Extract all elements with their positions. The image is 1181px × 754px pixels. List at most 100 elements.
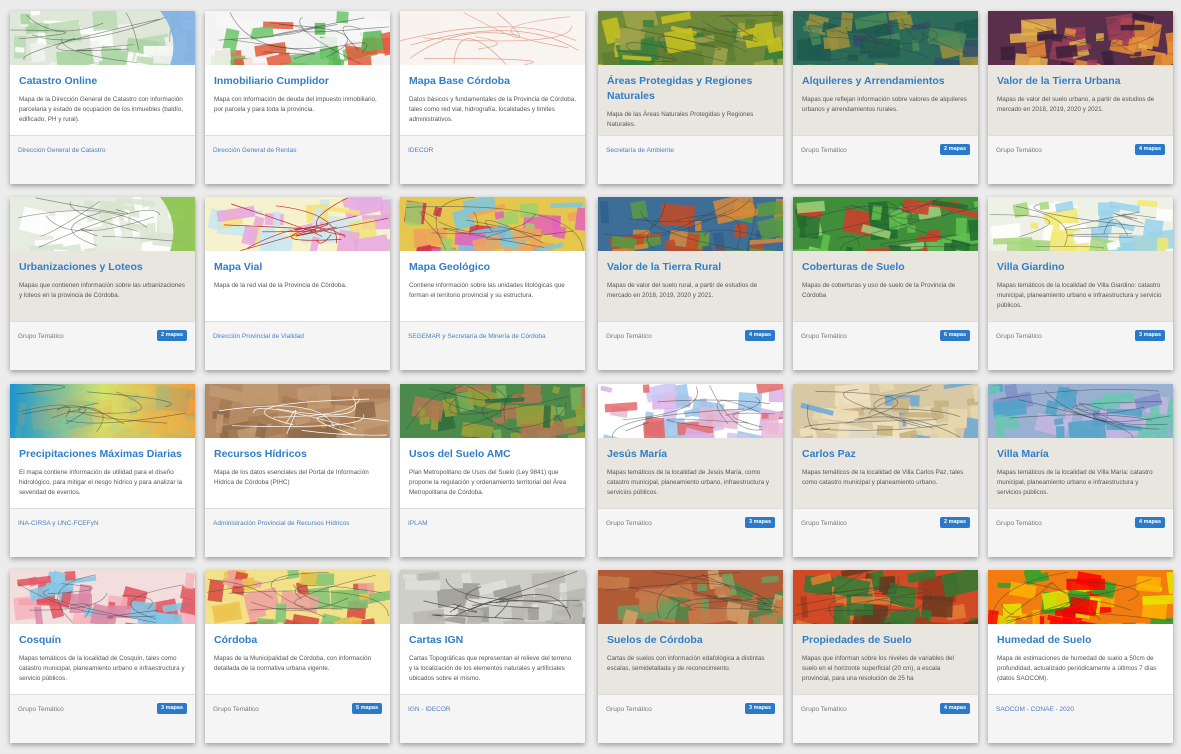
- catalog-card[interactable]: Usos del Suelo AMC Plan Metropolitano de …: [400, 384, 585, 557]
- catalog-card[interactable]: Córdoba Mapas de la Municipalidad de Córd…: [205, 570, 390, 743]
- map-thumbnail[interactable]: [10, 384, 195, 438]
- map-count-badge[interactable]: 4 mapas: [1134, 517, 1165, 528]
- catalog-card[interactable]: Catastro Online Mapa de la Dirección Gene…: [10, 11, 195, 184]
- card-title[interactable]: Recursos Hídricos: [214, 438, 381, 462]
- catalog-card[interactable]: Urbanizaciones y Loteos Mapas que contien…: [10, 197, 195, 370]
- map-thumbnail[interactable]: [598, 197, 783, 251]
- card-title[interactable]: Mapa Base Córdoba: [409, 65, 576, 89]
- map-thumbnail[interactable]: [988, 11, 1173, 65]
- card-footer: INA-CIRSA y UNC-FCEFyN: [10, 508, 195, 557]
- source-link[interactable]: SAOCOM - CONAE - 2020: [996, 705, 1165, 715]
- map-count-badge[interactable]: 2 mapas: [939, 144, 970, 155]
- catalog-card[interactable]: Áreas Protegidas y Regiones Naturales Map…: [598, 11, 783, 184]
- source-link[interactable]: SEGEMAR y Secretaría de Minería de Córdo…: [408, 332, 577, 342]
- card-title[interactable]: Mapa Vial: [214, 251, 381, 275]
- source-link[interactable]: IGN - IDECOR: [408, 705, 577, 715]
- card-title[interactable]: Cosquín: [19, 624, 186, 648]
- card-title[interactable]: Inmobiliario Cumplidor: [214, 65, 381, 89]
- card-title[interactable]: Mapa Geológico: [409, 251, 576, 275]
- map-thumbnail[interactable]: [598, 384, 783, 438]
- map-thumbnail[interactable]: [10, 11, 195, 65]
- catalog-card[interactable]: Recursos Hídricos Mapa de los datos esenc…: [205, 384, 390, 557]
- card-title[interactable]: Áreas Protegidas y Regiones Naturales: [607, 65, 774, 104]
- card-title[interactable]: Carlos Paz: [802, 438, 969, 462]
- card-description: Mapas que reflejan información sobre val…: [802, 96, 967, 113]
- card-title[interactable]: Suelos de Córdoba: [607, 624, 774, 648]
- catalog-card[interactable]: Villa María Mapas temáticos de la localid…: [988, 384, 1173, 557]
- map-thumbnail[interactable]: [793, 570, 978, 624]
- card-title[interactable]: Propiedades de Suelo: [802, 624, 969, 648]
- card-body: Mapa Base Córdoba Datos básicos y fundame…: [400, 65, 585, 135]
- catalog-card[interactable]: Villa Giardino Mapas temáticos de la loca…: [988, 197, 1173, 370]
- catalog-card[interactable]: Cartas IGN Cartas Topográficas que repres…: [400, 570, 585, 743]
- map-count-badge[interactable]: 3 mapas: [1134, 330, 1165, 341]
- card-title[interactable]: Humedad de Suelo: [997, 624, 1164, 648]
- map-thumbnail[interactable]: [793, 197, 978, 251]
- catalog-card[interactable]: Precipitaciones Máximas Diarias El mapa c…: [10, 384, 195, 557]
- source-link[interactable]: IDECOR: [408, 146, 577, 156]
- catalog-card[interactable]: Valor de la Tierra Rural Mapas de valor d…: [598, 197, 783, 370]
- map-thumbnail[interactable]: [793, 11, 978, 65]
- catalog-card[interactable]: Carlos Paz Mapas temáticos de la localida…: [793, 384, 978, 557]
- card-title[interactable]: Usos del Suelo AMC: [409, 438, 576, 462]
- catalog-card[interactable]: Inmobiliario Cumplidor Mapa con informaci…: [205, 11, 390, 184]
- catalog-card[interactable]: Mapa Base Córdoba Datos básicos y fundame…: [400, 11, 585, 184]
- catalog-card[interactable]: Alquileres y Arrendamientos Mapas que ref…: [793, 11, 978, 184]
- catalog-card[interactable]: Suelos de Córdoba Cartas de suelos con in…: [598, 570, 783, 743]
- map-thumbnail[interactable]: [205, 11, 390, 65]
- map-thumbnail[interactable]: [205, 570, 390, 624]
- map-count-badge[interactable]: 3 mapas: [744, 703, 775, 714]
- catalog-card[interactable]: Jesús María Mapas temáticos de la localid…: [598, 384, 783, 557]
- map-count-badge[interactable]: 2 mapas: [156, 330, 187, 341]
- catalog-card[interactable]: Mapa Geológico Contiene información sobre…: [400, 197, 585, 370]
- source-link[interactable]: Administración Provincial de Recursos Hí…: [213, 519, 382, 529]
- source-link[interactable]: Dirección General de Catastro: [18, 146, 187, 156]
- catalog-card[interactable]: Coberturas de Suelo Mapas de coberturas y…: [793, 197, 978, 370]
- map-count-badge[interactable]: 6 mapas: [939, 330, 970, 341]
- catalog-card[interactable]: Valor de la Tierra Urbana Mapas de valor …: [988, 11, 1173, 184]
- catalog-card[interactable]: Cosquín Mapas temáticos de la localidad d…: [10, 570, 195, 743]
- catalog-card[interactable]: Mapa Vial Mapa de la red vial de la Provi…: [205, 197, 390, 370]
- map-count-badge[interactable]: 3 mapas: [156, 703, 187, 714]
- card-title[interactable]: Valor de la Tierra Urbana: [997, 65, 1164, 89]
- catalog-card[interactable]: Propiedades de Suelo Mapas que informan s…: [793, 570, 978, 743]
- map-thumbnail[interactable]: [988, 197, 1173, 251]
- card-title[interactable]: Cartas IGN: [409, 624, 576, 648]
- catalog-card[interactable]: Humedad de Suelo Mapa de estimaciones de …: [988, 570, 1173, 743]
- map-count-badge[interactable]: 4 mapas: [1134, 144, 1165, 155]
- source-link[interactable]: Dirección General de Rentas: [213, 146, 382, 156]
- card-title[interactable]: Catastro Online: [19, 65, 186, 89]
- map-thumbnail[interactable]: [988, 570, 1173, 624]
- map-thumbnail[interactable]: [598, 570, 783, 624]
- source-link[interactable]: Secretaría de Ambiente: [606, 146, 775, 156]
- map-thumbnail[interactable]: [400, 197, 585, 251]
- map-thumbnail[interactable]: [988, 384, 1173, 438]
- map-thumbnail[interactable]: [793, 384, 978, 438]
- map-count-badge[interactable]: 5 mapas: [351, 703, 382, 714]
- card-title[interactable]: Alquileres y Arrendamientos: [802, 65, 969, 89]
- map-count-badge[interactable]: 4 mapas: [939, 703, 970, 714]
- map-thumbnail[interactable]: [205, 197, 390, 251]
- map-thumbnail[interactable]: [10, 197, 195, 251]
- card-body: Villa María Mapas temáticos de la localid…: [988, 438, 1173, 508]
- card-title[interactable]: Jesús María: [607, 438, 774, 462]
- map-count-badge[interactable]: 4 mapas: [744, 330, 775, 341]
- map-thumbnail[interactable]: [598, 11, 783, 65]
- map-thumbnail[interactable]: [400, 384, 585, 438]
- source-link[interactable]: INA-CIRSA y UNC-FCEFyN: [18, 519, 187, 529]
- card-title[interactable]: Urbanizaciones y Loteos: [19, 251, 186, 275]
- card-title[interactable]: Precipitaciones Máximas Diarias: [19, 438, 186, 462]
- card-title[interactable]: Valor de la Tierra Rural: [607, 251, 774, 275]
- card-title[interactable]: Córdoba: [214, 624, 381, 648]
- map-thumbnail[interactable]: [400, 11, 585, 65]
- map-thumbnail[interactable]: [205, 384, 390, 438]
- card-title[interactable]: Coberturas de Suelo: [802, 251, 969, 275]
- map-count-badge[interactable]: 3 mapas: [744, 517, 775, 528]
- map-count-badge[interactable]: 2 mapas: [939, 517, 970, 528]
- map-thumbnail[interactable]: [10, 570, 195, 624]
- card-title[interactable]: Villa Giardino: [997, 251, 1164, 275]
- map-thumbnail[interactable]: [400, 570, 585, 624]
- source-link[interactable]: IPLAM: [408, 519, 577, 529]
- card-title[interactable]: Villa María: [997, 438, 1164, 462]
- source-link[interactable]: Dirección Provincial de Vialidad: [213, 332, 382, 342]
